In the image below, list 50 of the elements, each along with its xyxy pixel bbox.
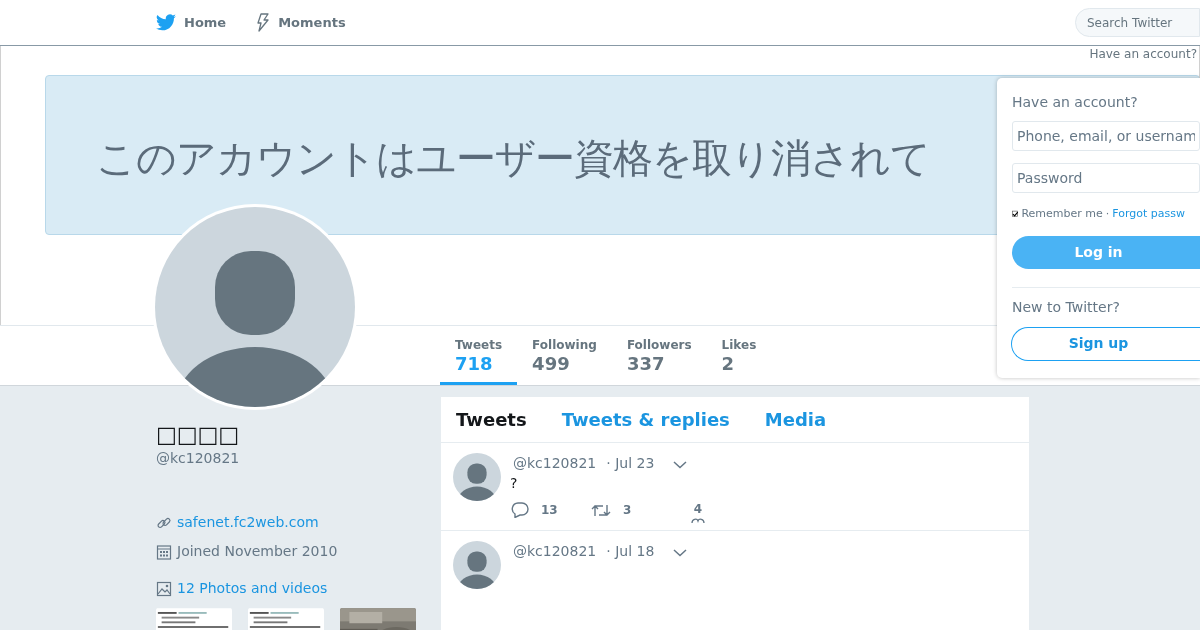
tweet-handle[interactable]: @kc120821 [513,540,597,562]
speech-bubble-icon[interactable] [511,502,529,518]
forgot-password-link[interactable]: Forgot passw [1112,206,1185,223]
tweet-time[interactable]: · Jul 23 [606,452,655,474]
stat-value: 499 [532,353,571,375]
joined-date: Joined November 2010 [177,542,338,561]
stat-value: 718 [455,353,494,375]
timeline-tab[interactable]: Media [764,406,827,433]
reply-count: 13 [541,502,558,519]
like-count: 4 [693,501,703,517]
stat-value: 2 [721,353,736,375]
stat-label: Likes [721,338,757,353]
remember-label: Remember me [1021,206,1103,222]
tweet-text: ? [510,474,519,493]
checkbox[interactable] [1012,209,1019,220]
retweet-count: 3 [623,502,632,519]
photos-videos-link[interactable]: 12 Photos and videos [177,578,328,599]
chevron-down-icon[interactable] [673,548,688,557]
search-field[interactable]: Search Twitter [1075,8,1200,37]
tweet-handle[interactable]: @kc120821 [513,452,597,474]
timeline-tab[interactable]: Tweets & replies [561,406,730,433]
lightning-icon [256,13,271,32]
signup-prompt: New to Twitter? [1012,297,1121,316]
profile-name: □□□□ [156,422,241,448]
user-avatar [453,541,501,589]
login-title: Have an account? [1012,93,1139,111]
nav-link[interactable]: Moments [256,12,346,33]
user-avatar [453,453,501,501]
stat-tab[interactable]: Following 499 [517,326,612,385]
stat-tab[interactable]: Tweets 718 [440,326,518,385]
retweet-icon[interactable] [591,502,611,518]
stat-label: Following [532,338,597,353]
timeline-tab[interactable]: Tweets [456,406,527,433]
username-field[interactable]: Phone, email, or usernam [1012,121,1200,151]
tweet-time[interactable]: · Jul 18 [606,540,655,562]
password-field[interactable]: Password [1012,163,1200,193]
image-icon [156,580,172,597]
stat-value: 337 [626,353,666,375]
login-link[interactable]: Have an account? [1089,45,1197,63]
nav-link[interactable]: Home [156,12,227,33]
calendar-icon [156,543,172,560]
stat-tab[interactable]: Followers 337 [611,326,707,385]
stat-tab[interactable]: Likes 2 [706,326,772,385]
profile-handle: @kc120821 [156,449,241,468]
chevron-down-icon[interactable] [673,460,688,469]
separator-dot: · [1105,206,1110,222]
website-link[interactable]: safenet.fc2web.com [177,512,319,533]
stat-label: Tweets [455,338,503,353]
stat-label: Followers [626,338,692,353]
bird-icon [156,14,176,31]
